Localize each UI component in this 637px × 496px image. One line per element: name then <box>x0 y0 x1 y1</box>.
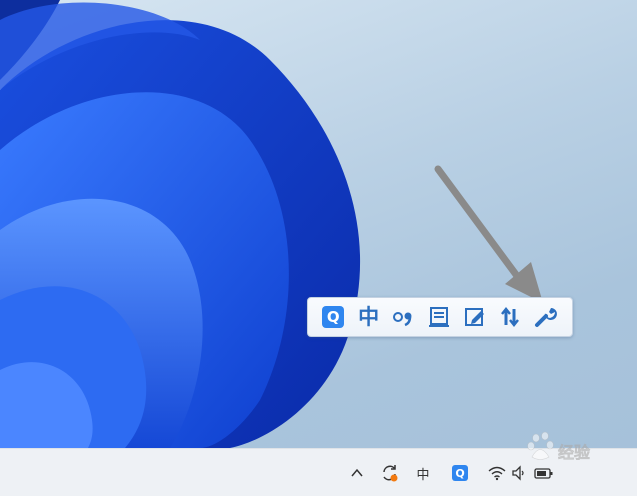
battery-button[interactable] <box>534 463 554 483</box>
ime-tray-logo-button[interactable]: Q <box>450 463 470 483</box>
punctuation-button[interactable] <box>389 302 419 332</box>
ime-language-label: 中 <box>416 467 430 483</box>
chevron-up-icon <box>351 468 363 477</box>
language-toggle-button[interactable]: 中 <box>353 302 383 332</box>
desktop: Q 中 <box>0 0 637 448</box>
handwriting-button[interactable] <box>460 302 490 332</box>
wallpaper-bloom <box>0 0 361 448</box>
handwriting-icon <box>464 308 484 326</box>
soft-keyboard-button[interactable] <box>424 302 454 332</box>
show-hidden-icons-button[interactable] <box>349 463 365 483</box>
ime-floating-toolbar: Q 中 <box>307 297 573 337</box>
sync-update-icon <box>383 465 398 482</box>
wifi-icon <box>488 466 506 481</box>
punctuation-icon <box>393 312 412 327</box>
ime-logo-icon: Q <box>322 306 345 328</box>
speaker-icon <box>512 465 524 481</box>
volume-button[interactable] <box>510 463 528 483</box>
ime-tray-logo-letter: Q <box>455 466 465 480</box>
toolbox-icon <box>501 306 520 328</box>
taskbar: 中 Q <box>0 448 637 496</box>
network-button[interactable] <box>487 463 507 483</box>
ime-tray-logo-icon: Q <box>452 465 468 481</box>
soft-keyboard-icon <box>429 307 450 327</box>
ime-language-indicator[interactable]: 中 <box>413 463 433 483</box>
settings-button[interactable] <box>531 302 561 332</box>
sync-status-button[interactable] <box>380 463 400 483</box>
ime-logo-button[interactable]: Q <box>318 302 348 332</box>
battery-icon <box>534 468 553 479</box>
language-toggle-label: 中 <box>358 304 380 329</box>
ime-logo-letter: Q <box>326 308 340 326</box>
toolbox-button[interactable] <box>495 302 525 332</box>
settings-wrench-icon <box>534 308 557 327</box>
